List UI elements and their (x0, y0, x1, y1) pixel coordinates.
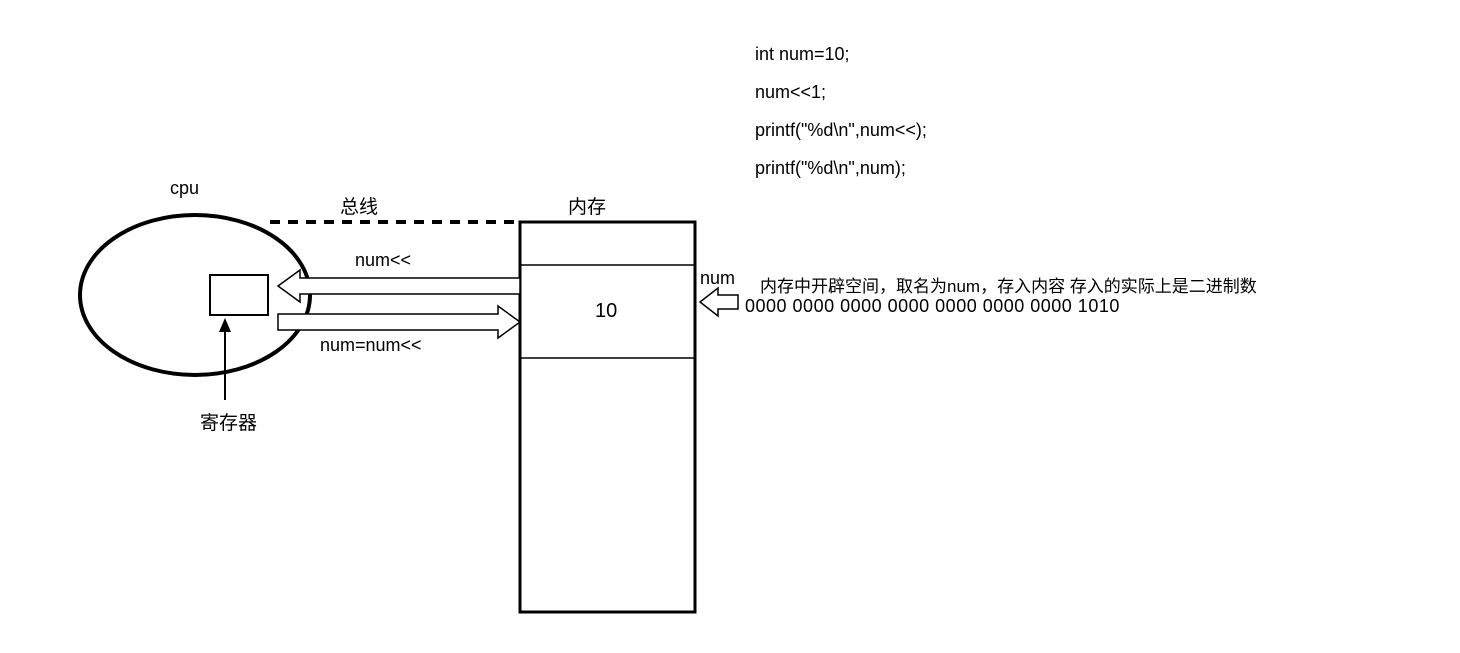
cpu-ellipse (80, 215, 310, 375)
annotation-desc: 内存中开辟空间，取名为num，存入内容 存入的实际上是二进制数 (760, 272, 1257, 297)
register-pointer-arrow (219, 318, 231, 400)
num-var-label: num (700, 268, 735, 289)
arrow-top-text: num<< (355, 250, 411, 271)
cpu-label: cpu (170, 178, 199, 199)
code-line-1: int num=10; (755, 38, 850, 70)
arrow-num-shift-left (278, 270, 520, 302)
memory-rect (520, 222, 695, 612)
arrow-num-assign (278, 306, 520, 338)
memory-label: 内存 (568, 192, 606, 219)
code-line-4: printf("%d\n",num); (755, 152, 906, 184)
register-label: 寄存器 (200, 408, 257, 435)
memory-cell-value: 10 (595, 300, 617, 323)
register-rect (210, 275, 268, 315)
diagram-canvas (0, 0, 1460, 653)
arrow-bottom-text: num=num<< (320, 335, 422, 356)
code-line-2: num<<1; (755, 76, 826, 108)
bus-label: 总线 (340, 192, 378, 219)
code-line-3: printf("%d\n",num<<); (755, 114, 927, 146)
annotation-binary: 0000 0000 0000 0000 0000 0000 0000 1010 (745, 296, 1120, 317)
annotation-arrow (700, 288, 738, 316)
